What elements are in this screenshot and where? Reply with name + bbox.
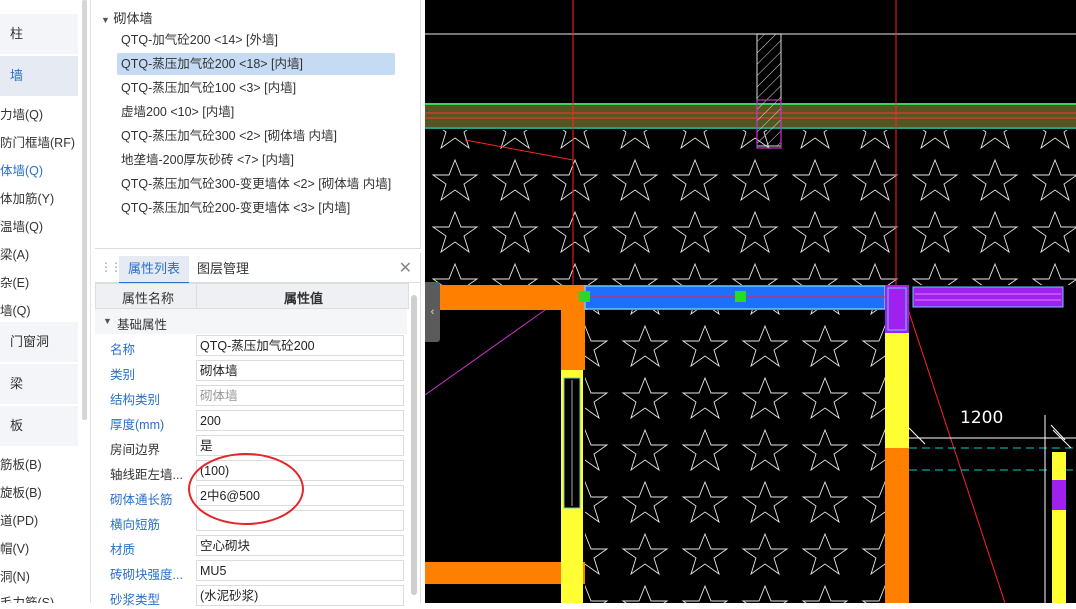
grip-handle[interactable] <box>735 291 746 302</box>
property-row: 砂浆类型 (水泥砂浆) <box>95 584 407 609</box>
property-value-input[interactable]: QTQ-蒸压加气砼200 <box>196 335 404 356</box>
nav-scrollbar[interactable] <box>82 0 87 420</box>
tree-root-label: 砌体墙 <box>113 11 153 26</box>
hatch-region-top <box>425 130 1076 285</box>
col-header-name: 属性名称 <box>122 291 175 306</box>
nav-item-slab[interactable]: 板 <box>0 406 78 446</box>
tab-property-list[interactable]: 属性列表 <box>119 256 190 284</box>
property-row: 名称 QTQ-蒸压加气砼200 <box>95 334 407 359</box>
nav-item-passage[interactable]: 道(PD) <box>0 510 82 529</box>
tree-item-selected[interactable]: QTQ-蒸压加气砼200 <18> [内墙] <box>117 53 395 75</box>
tree-item[interactable]: QTQ-蒸压加气砼300-变更墙体 <2> [砌体墙 内墙] <box>117 173 395 195</box>
grip-handle[interactable] <box>579 291 590 302</box>
property-name: 砌体通长筋 <box>110 493 173 507</box>
close-icon[interactable]: ✕ <box>399 258 412 278</box>
collapse-panel-handle[interactable]: ‹ <box>425 282 440 342</box>
tab-layer-management[interactable]: 图层管理 <box>188 256 258 282</box>
dimension-label: 1200 <box>960 408 1004 428</box>
property-name: 砂浆类型 <box>110 593 161 607</box>
annotation-ellipse <box>188 453 304 525</box>
nav-item-masonry-wall[interactable]: 体墙(Q) <box>0 160 82 179</box>
property-value-input[interactable]: 200 <box>196 410 404 431</box>
caret-down-icon[interactable]: ▼ <box>101 15 110 25</box>
beam-band <box>425 103 1076 129</box>
group-basic-props[interactable]: ▼ 基础属性 <box>95 309 407 334</box>
nav-item-wall[interactable]: 墙 <box>0 56 78 96</box>
tree-item[interactable]: 地垄墙-200厚灰砂砖 <7> [内墙] <box>117 149 298 171</box>
drag-grip-icon[interactable]: ⋮⋮ <box>100 260 122 274</box>
property-name: 厚度(mm) <box>110 418 165 432</box>
property-value-input[interactable]: MU5 <box>196 560 404 581</box>
nav-item-door-window[interactable]: 门窗洞 <box>0 322 78 362</box>
wall-orange-right[interactable] <box>885 448 909 603</box>
nav-item-shear-wall[interactable]: 力墙(Q) <box>0 104 82 123</box>
tree-item[interactable]: QTQ-蒸压加气砼100 <3> [内墙] <box>117 77 300 99</box>
property-name: 名称 <box>110 343 136 357</box>
group-label: 基础属性 <box>117 318 168 332</box>
tree-item[interactable]: QTQ-蒸压加气砼200-变更墙体 <3> [内墙] <box>117 197 354 219</box>
nav-item-spiral-slab[interactable]: 旋板(B) <box>0 482 82 501</box>
property-row: 类别 砌体墙 <box>95 359 407 384</box>
tree-root[interactable]: ▼ 砌体墙 <box>101 8 153 27</box>
property-row: 结构类别 砌体墙 <box>95 384 407 409</box>
nav-item-cap[interactable]: 帽(V) <box>0 538 82 557</box>
property-name: 结构类别 <box>110 393 161 407</box>
property-value-input[interactable]: 空心砌块 <box>196 535 404 556</box>
tree-item[interactable]: QTQ-加气砼200 <14> [外墙] <box>117 29 282 51</box>
property-value-readonly: 砌体墙 <box>196 385 404 406</box>
tree-item[interactable]: 虚墙200 <10> [内墙] <box>117 101 238 123</box>
tree-item[interactable]: QTQ-蒸压加气砼300 <2> [砌体墙 内墙] <box>117 125 341 147</box>
property-value-input[interactable]: 是 <box>196 435 404 456</box>
property-value-input[interactable]: 砌体墙 <box>196 360 404 381</box>
property-scrollbar[interactable] <box>411 295 417 595</box>
nav-item-door-frame-wall[interactable]: 防门框墙(RF) <box>0 132 82 151</box>
nav-item-column[interactable]: 柱 <box>0 14 78 54</box>
nav-item-masonry-rebar[interactable]: 体加筋(Y) <box>0 188 82 207</box>
property-name: 材质 <box>110 543 136 557</box>
property-name: 类别 <box>110 368 136 382</box>
column-purple[interactable] <box>885 285 909 333</box>
nav-item-rebar[interactable]: 毛力筋(S) <box>0 592 82 603</box>
property-name: 房间边界 <box>110 443 161 457</box>
left-nav: 柱 墙 力墙(Q) 防门框墙(RF) 体墙(Q) 体加筋(Y) 温墙(Q) 梁(… <box>0 0 91 603</box>
col-header-value: 属性值 <box>284 291 324 306</box>
nav-item-opening[interactable]: 洞(N) <box>0 566 82 585</box>
property-name: 横向短筋 <box>110 518 161 532</box>
nav-item-beam[interactable]: 梁 <box>0 364 78 404</box>
property-panel: ⋮⋮ 属性列表 图层管理 ✕ 属性名称 属性值 ▼ 基础属性 名称 QTQ-蒸压… <box>95 253 421 607</box>
hatch-region-bottom <box>585 310 885 603</box>
rebar-bar[interactable] <box>912 286 1064 308</box>
component-tree: ▼ 砌体墙 QTQ-加气砼200 <14> [外墙] QTQ-蒸压加气砼200 … <box>95 0 421 249</box>
nav-item-ribbed-slab[interactable]: 筋板(B) <box>0 454 82 473</box>
table-header: 属性名称 属性值 <box>95 283 409 309</box>
wall-yellow-right[interactable] <box>885 333 909 448</box>
property-row: 材质 空心砌块 <box>95 534 407 559</box>
property-name: 轴线距左墙... <box>110 468 183 482</box>
property-name: 砖砌块强度... <box>110 568 183 582</box>
nav-item-misc[interactable]: 杂(E) <box>0 272 82 291</box>
nav-item-wall-other[interactable]: 墙(Q) <box>0 300 82 319</box>
cad-canvas[interactable] <box>425 0 1076 603</box>
nav-item-insulation-wall[interactable]: 温墙(Q) <box>0 216 82 235</box>
cad-drawing[interactable] <box>425 0 1076 603</box>
property-tabs: ⋮⋮ 属性列表 图层管理 ✕ <box>95 253 420 284</box>
nav-item-wall-beam[interactable]: 梁(A) <box>0 244 82 263</box>
caret-down-icon[interactable]: ▼ <box>103 316 112 326</box>
property-row: 厚度(mm) 200 <box>95 409 407 434</box>
property-row: 砖砌块强度... MU5 <box>95 559 407 584</box>
